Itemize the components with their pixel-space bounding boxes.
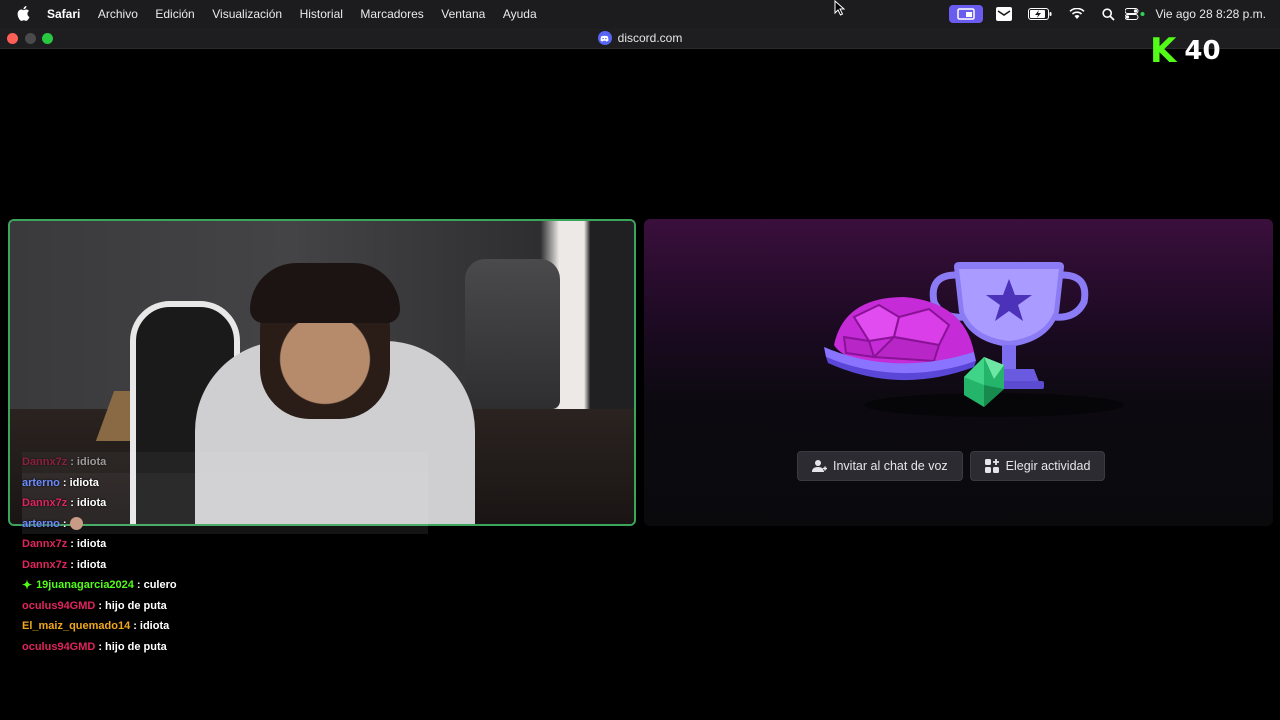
chat-message: idiota xyxy=(76,538,107,551)
chat-line: oculus94GMD: hijo de puta xyxy=(22,599,167,612)
chat-line: Dannx7z: idiota xyxy=(22,493,428,514)
menu-visualizacion[interactable]: Visualización xyxy=(212,7,282,21)
menu-ventana[interactable]: Ventana xyxy=(441,7,485,21)
discord-favicon-icon xyxy=(597,31,612,45)
menubar-clock[interactable]: Vie ago 28 8:28 p.m. xyxy=(1155,0,1266,28)
status-area: Vie ago 28 8:28 p.m. xyxy=(949,0,1266,28)
browser-tab-bar: discord.com xyxy=(0,28,1280,49)
menu-bar: Safari Archivo Edición Visualización His… xyxy=(0,0,1280,28)
chat-emote-icon xyxy=(69,517,83,531)
chat-line: arterno: xyxy=(22,513,428,534)
apple-icon[interactable] xyxy=(17,6,33,22)
chat-username: oculus94GMD xyxy=(22,599,96,612)
chat-line: arterno: idiota xyxy=(22,472,428,493)
menu-ayuda[interactable]: Ayuda xyxy=(503,7,537,21)
trophy-shell-gem-illustration xyxy=(824,262,1124,417)
kick-viewer-badge: K 40 xyxy=(1150,34,1221,68)
chat-message: culero xyxy=(143,579,177,592)
url-text: discord.com xyxy=(617,31,683,45)
chat-line: Dannx7z: idiota xyxy=(22,558,107,571)
chat-message: idiota xyxy=(76,456,107,469)
screen-sharing-icon[interactable] xyxy=(949,5,984,23)
activity-buttons: Invitar al chat de voz Elegir actividad xyxy=(797,451,1106,481)
chat-line: ✦ 19juanagarcia2024: culero xyxy=(22,578,177,593)
invite-voice-chat-button[interactable]: Invitar al chat de voz xyxy=(797,451,963,481)
chat-username: arterno xyxy=(22,517,60,530)
video-person-hair xyxy=(250,263,400,323)
chat-message: idiota xyxy=(139,620,170,633)
chat-username: 19juanagarcia2024 xyxy=(36,579,134,592)
menu-edicion[interactable]: Edición xyxy=(155,7,194,21)
chat-username: arterno xyxy=(22,476,60,489)
chat-line: Dannx7z: idiota xyxy=(22,452,428,473)
chat-username: El_maiz_quemado14 xyxy=(22,620,131,633)
activity-icon xyxy=(984,459,999,473)
mail-icon[interactable] xyxy=(989,0,1019,28)
chat-message: hijo de puta xyxy=(105,599,167,612)
chat-line: El_maiz_quemado14: idiota xyxy=(22,620,170,633)
mouse-pointer-icon xyxy=(834,0,846,21)
spotlight-search-icon[interactable] xyxy=(1097,0,1119,28)
add-user-icon xyxy=(812,460,827,472)
address-bar[interactable]: discord.com xyxy=(0,31,1280,45)
choose-activity-button[interactable]: Elegir actividad xyxy=(969,451,1106,481)
activity-tile: Invitar al chat de voz Elegir actividad xyxy=(644,219,1273,526)
chat-message: idiota xyxy=(76,497,107,510)
chat-username: Dannx7z xyxy=(22,538,68,551)
menu-marcadores[interactable]: Marcadores xyxy=(360,7,423,21)
menu-historial[interactable]: Historial xyxy=(300,7,343,21)
viewer-count: 40 xyxy=(1184,36,1221,66)
menu-archivo[interactable]: Archivo xyxy=(98,7,138,21)
choose-activity-label: Elegir actividad xyxy=(1005,459,1091,473)
chat-username: Dannx7z xyxy=(22,497,68,510)
wifi-icon[interactable] xyxy=(1065,0,1089,28)
chat-username: oculus94GMD xyxy=(22,640,96,653)
control-center-icon[interactable] xyxy=(1123,0,1147,28)
chat-line: Dannx7z: idiota xyxy=(22,538,107,551)
chat-message: hijo de puta xyxy=(105,640,167,653)
chat-message: idiota xyxy=(76,558,107,571)
video-background-chair xyxy=(465,259,560,409)
chat-username: Dannx7z xyxy=(22,558,68,571)
menu-app-safari[interactable]: Safari xyxy=(47,7,80,21)
chat-overlay: Dannx7z: idiota arterno: idiota Dannx7z: id… xyxy=(22,452,442,657)
invite-voice-chat-label: Invitar al chat de voz xyxy=(833,459,948,473)
chat-message: idiota xyxy=(69,476,99,489)
kick-logo-icon: K xyxy=(1150,31,1177,71)
subscriber-badge-icon: ✦ xyxy=(22,578,33,593)
battery-charging-icon[interactable] xyxy=(1025,0,1055,28)
chat-username: Dannx7z xyxy=(22,456,68,469)
chat-line: oculus94GMD: hijo de puta xyxy=(22,640,167,653)
